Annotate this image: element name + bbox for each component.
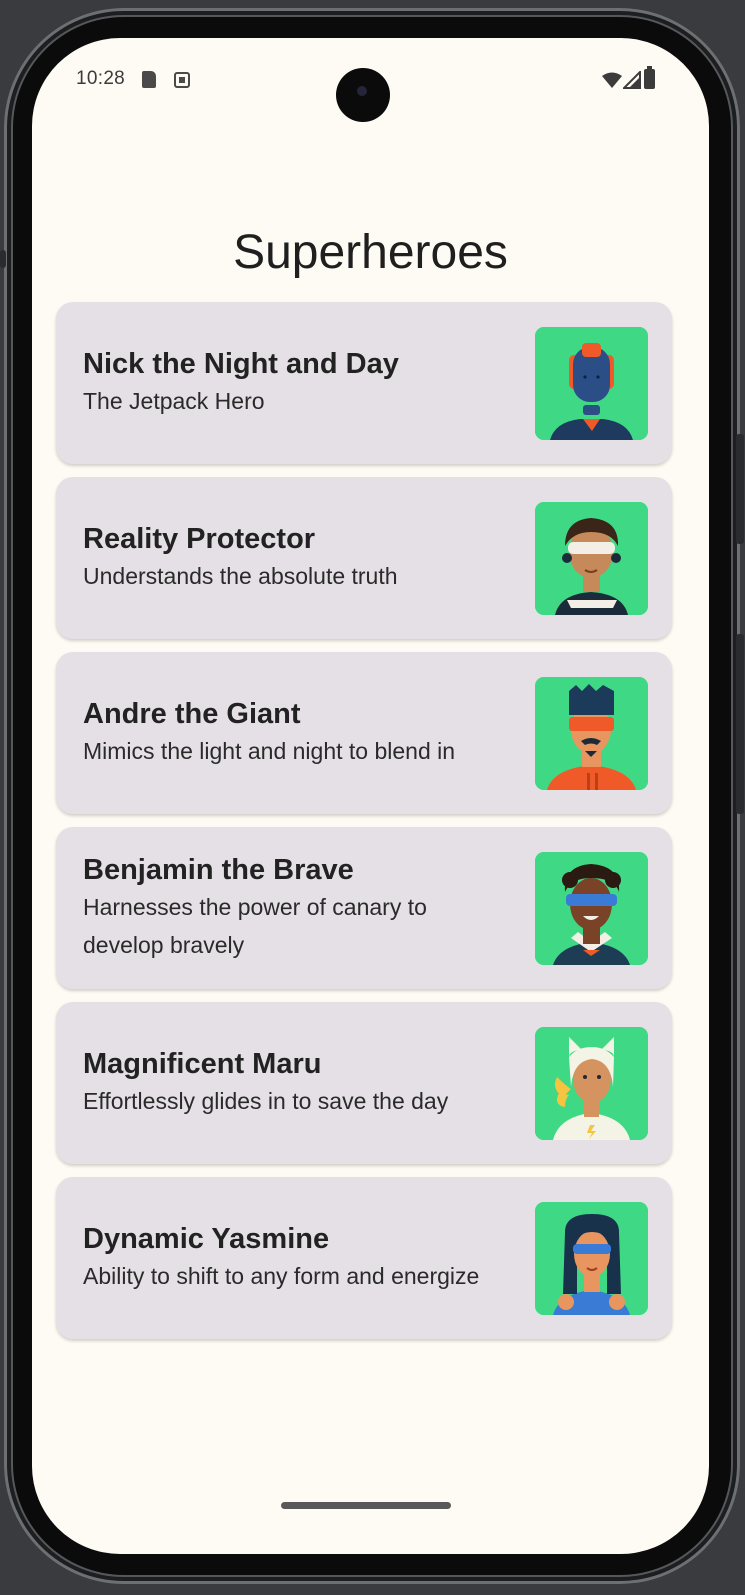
hero-avatar-icon [535, 1027, 648, 1140]
hero-description: Ability to shift to any form and energiz… [83, 1263, 480, 1289]
hero-text: Reality Protector Understands the absolu… [83, 477, 513, 639]
hero-text: Benjamin the Brave Harnesses the power o… [83, 827, 513, 989]
hero-text: Magnificent Maru Effortlessly glides in … [83, 1002, 513, 1164]
hero-card[interactable]: Andre the Giant Mimics the light and nig… [56, 652, 672, 814]
hero-avatar-icon [535, 327, 648, 440]
hero-name: Andre the Giant [83, 698, 301, 730]
hero-name: Dynamic Yasmine [83, 1223, 330, 1255]
hero-card[interactable]: Dynamic Yasmine Ability to shift to any … [56, 1177, 672, 1339]
battery-icon [644, 66, 655, 89]
hero-avatar-icon [535, 677, 648, 790]
hero-text: Andre the Giant Mimics the light and nig… [83, 652, 513, 814]
hero-description: Understands the absolute truth [83, 563, 398, 589]
hero-card[interactable]: Magnificent Maru Effortlessly glides in … [56, 1002, 672, 1164]
notification-icon [174, 72, 190, 88]
hero-card[interactable]: Nick the Night and Day The Jetpack Hero [56, 302, 672, 464]
hero-text: Dynamic Yasmine Ability to shift to any … [83, 1177, 513, 1339]
volume-button [736, 434, 744, 544]
app-screen: 10:28 Superheroes Nick the Night and Day… [32, 38, 709, 1554]
hero-name: Nick the Night and Day [83, 348, 399, 380]
hero-name: Reality Protector [83, 523, 316, 555]
hero-card[interactable]: Reality Protector Understands the absolu… [56, 477, 672, 639]
page-title: Superheroes [233, 226, 508, 279]
power-button [0, 250, 6, 268]
hero-list[interactable]: Nick the Night and Day The Jetpack Hero [56, 302, 672, 1352]
hero-description: Mimics the light and night to blend in [83, 738, 456, 764]
hero-avatar-icon [535, 852, 648, 965]
hero-description: Harnesses the power of canary to develop… [83, 894, 427, 958]
signal-icon [623, 71, 641, 89]
home-indicator[interactable] [281, 1502, 451, 1509]
wifi-icon [602, 72, 622, 88]
sd-card-icon [142, 71, 156, 88]
hero-avatar-icon [535, 502, 648, 615]
hero-description: Effortlessly glides in to save the day [83, 1088, 449, 1114]
front-camera [336, 68, 390, 122]
hero-description: The Jetpack Hero [83, 388, 265, 414]
hero-avatar-icon [535, 1202, 648, 1315]
hero-text: Nick the Night and Day The Jetpack Hero [83, 302, 513, 464]
hero-card[interactable]: Benjamin the Brave Harnesses the power o… [56, 827, 672, 989]
status-time: 10:28 [76, 68, 126, 89]
hero-name: Magnificent Maru [83, 1048, 322, 1080]
hero-name: Benjamin the Brave [83, 854, 354, 886]
volume-button-2 [736, 634, 744, 814]
